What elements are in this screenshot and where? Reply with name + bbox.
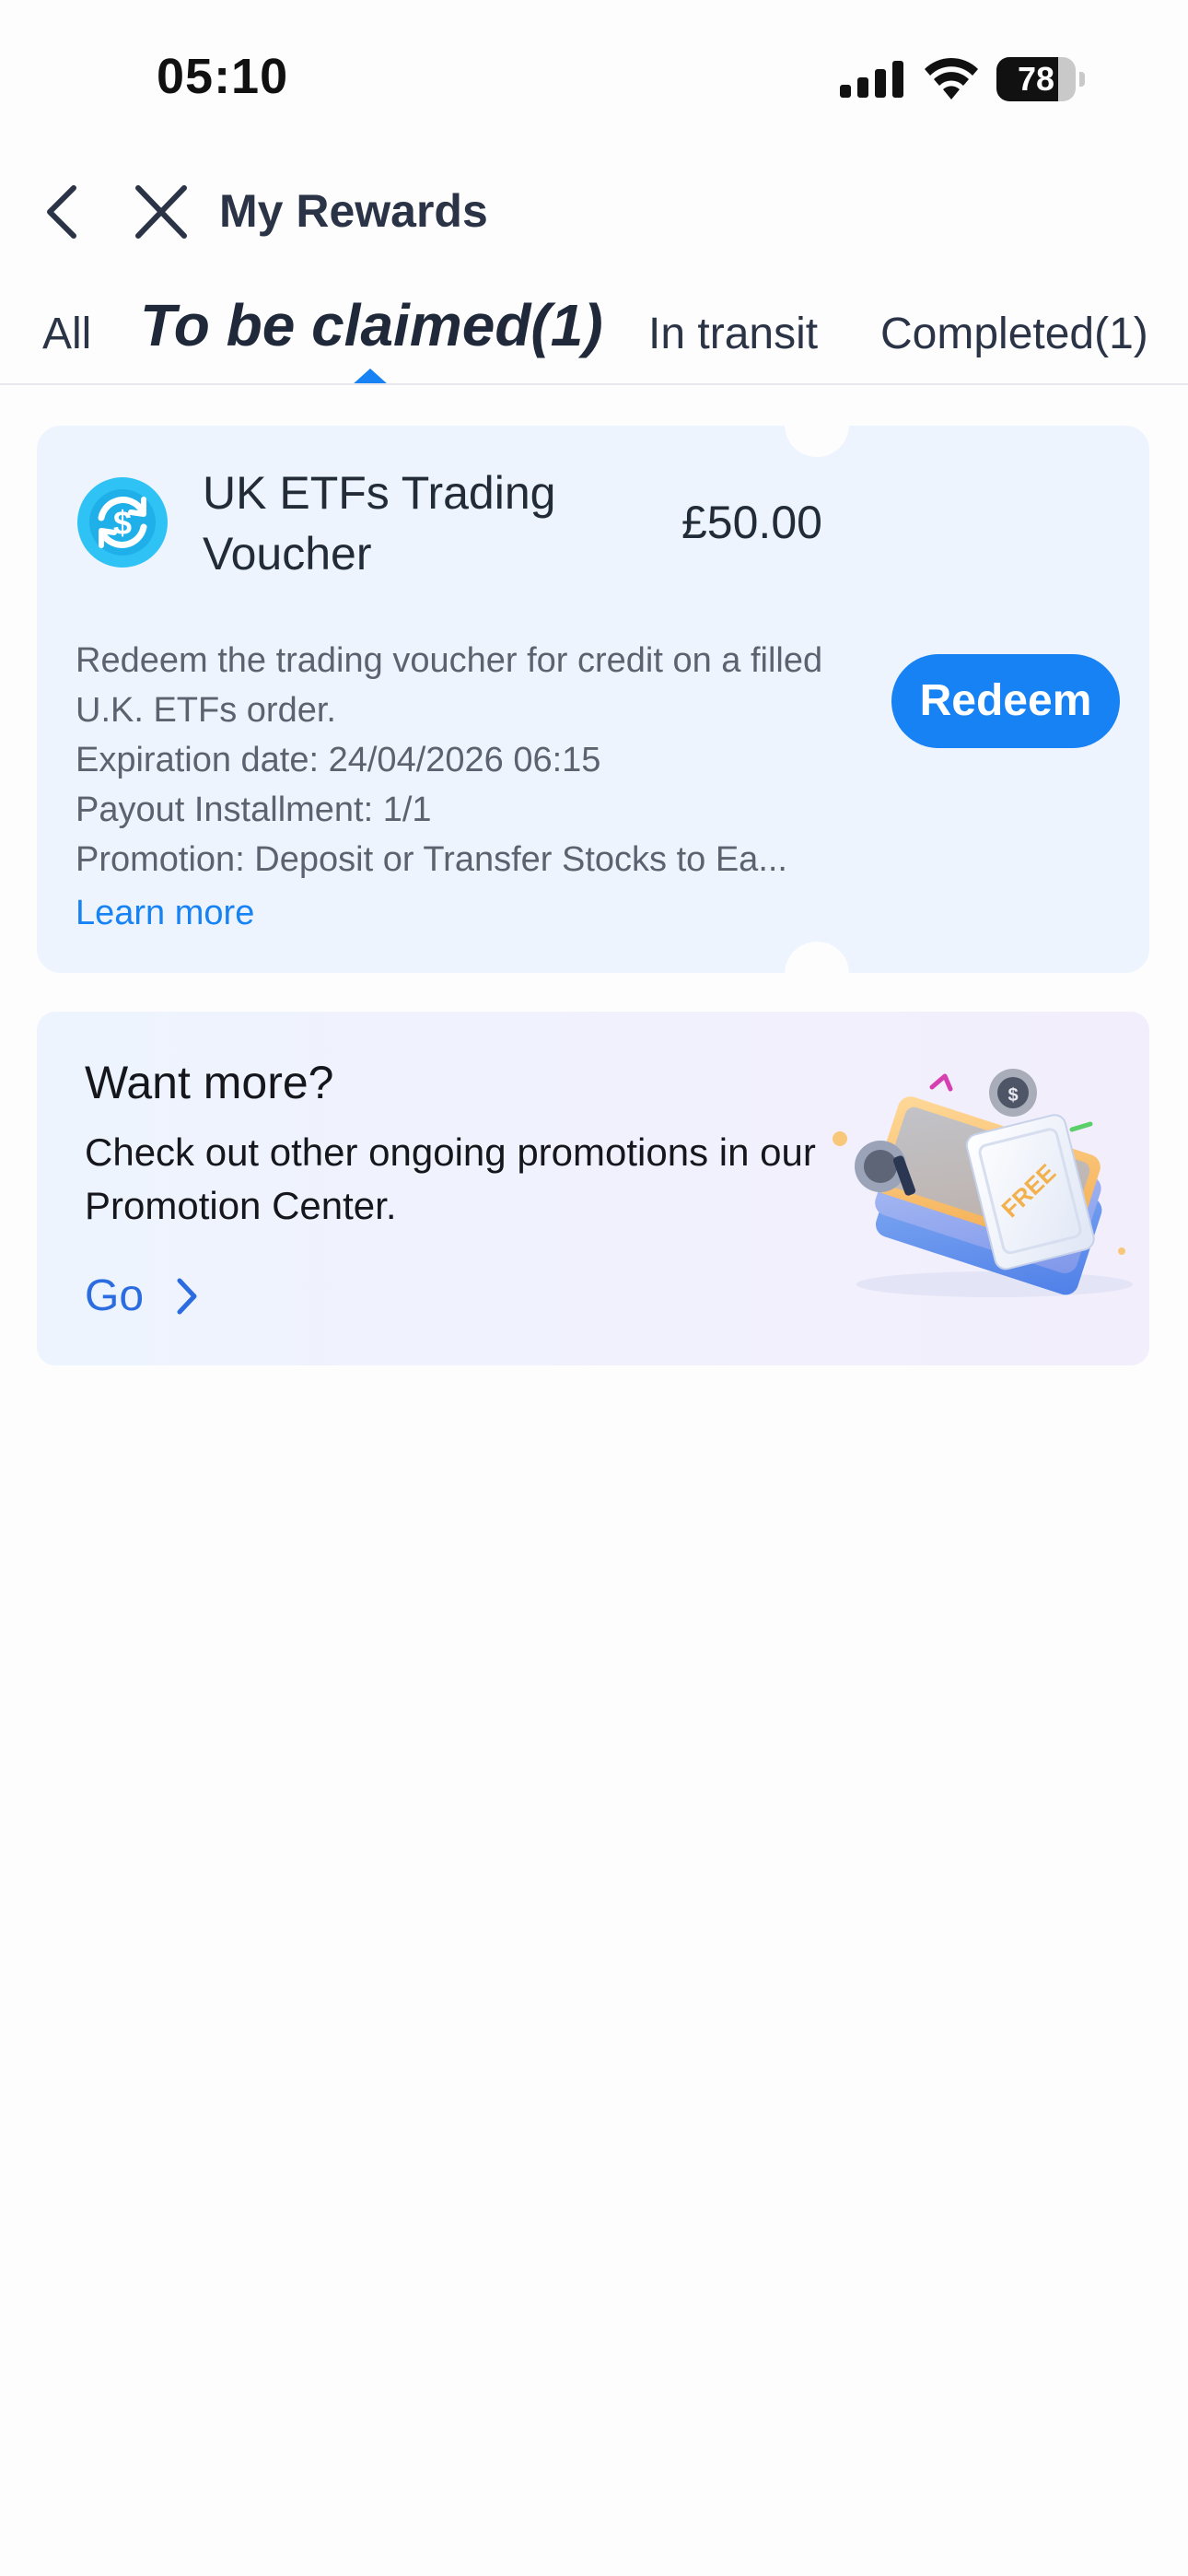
cellular-signal-icon (840, 61, 903, 98)
voucher-expiration: Expiration date: 24/04/2026 06:15 (76, 741, 601, 779)
chevron-right-icon (177, 1278, 197, 1315)
back-arrow-icon[interactable] (37, 175, 92, 249)
voucher-card: $ UK ETFs Trading Voucher £50.00 Redeem … (37, 426, 1149, 973)
voucher-description: Redeem the trading voucher for credit on… (76, 641, 823, 730)
battery-icon: 78 (996, 57, 1085, 101)
svg-text:$: $ (1007, 1085, 1018, 1106)
voucher-amount: £50.00 (681, 497, 822, 548)
tab-completed[interactable]: Completed(1) (880, 304, 1148, 365)
tab-all[interactable]: All (42, 304, 91, 365)
learn-more-link[interactable]: Learn more (76, 888, 254, 938)
go-label: Go (85, 1271, 145, 1320)
voucher-payout: Payout Installment: 1/1 (76, 790, 432, 829)
voucher-details: Redeem the trading voucher for credit on… (76, 636, 868, 884)
page-title: My Rewards (219, 185, 488, 237)
voucher-title: UK ETFs Trading Voucher (203, 467, 556, 580)
redeem-button[interactable]: Redeem (891, 654, 1120, 748)
svg-text:$: $ (113, 504, 132, 542)
go-button[interactable]: Go (85, 1266, 198, 1327)
status-bar: 05:10 78 (0, 0, 1188, 157)
promotion-card[interactable]: Want more? Check out other ongoing promo… (37, 1012, 1149, 1365)
tab-to-be-claimed[interactable]: To be claimed(1) (140, 295, 603, 356)
wifi-icon (925, 57, 978, 100)
battery-percentage: 78 (1017, 60, 1055, 98)
tabs-divider (0, 383, 1188, 385)
status-time: 05:10 (157, 49, 289, 104)
promo-text: Check out other ongoing promotions in ou… (85, 1130, 816, 1227)
promotion-illustration: FREE $ (833, 1069, 1133, 1297)
close-icon[interactable] (129, 177, 193, 247)
reward-tabs: All To be claimed(1) In transit Complete… (0, 286, 1188, 385)
voucher-promotion: Promotion: Deposit or Transfer Stocks to… (76, 840, 787, 879)
currency-exchange-icon: $ (77, 477, 168, 568)
promo-title: Want more? (85, 1057, 334, 1108)
tab-in-transit[interactable]: In transit (648, 304, 818, 365)
